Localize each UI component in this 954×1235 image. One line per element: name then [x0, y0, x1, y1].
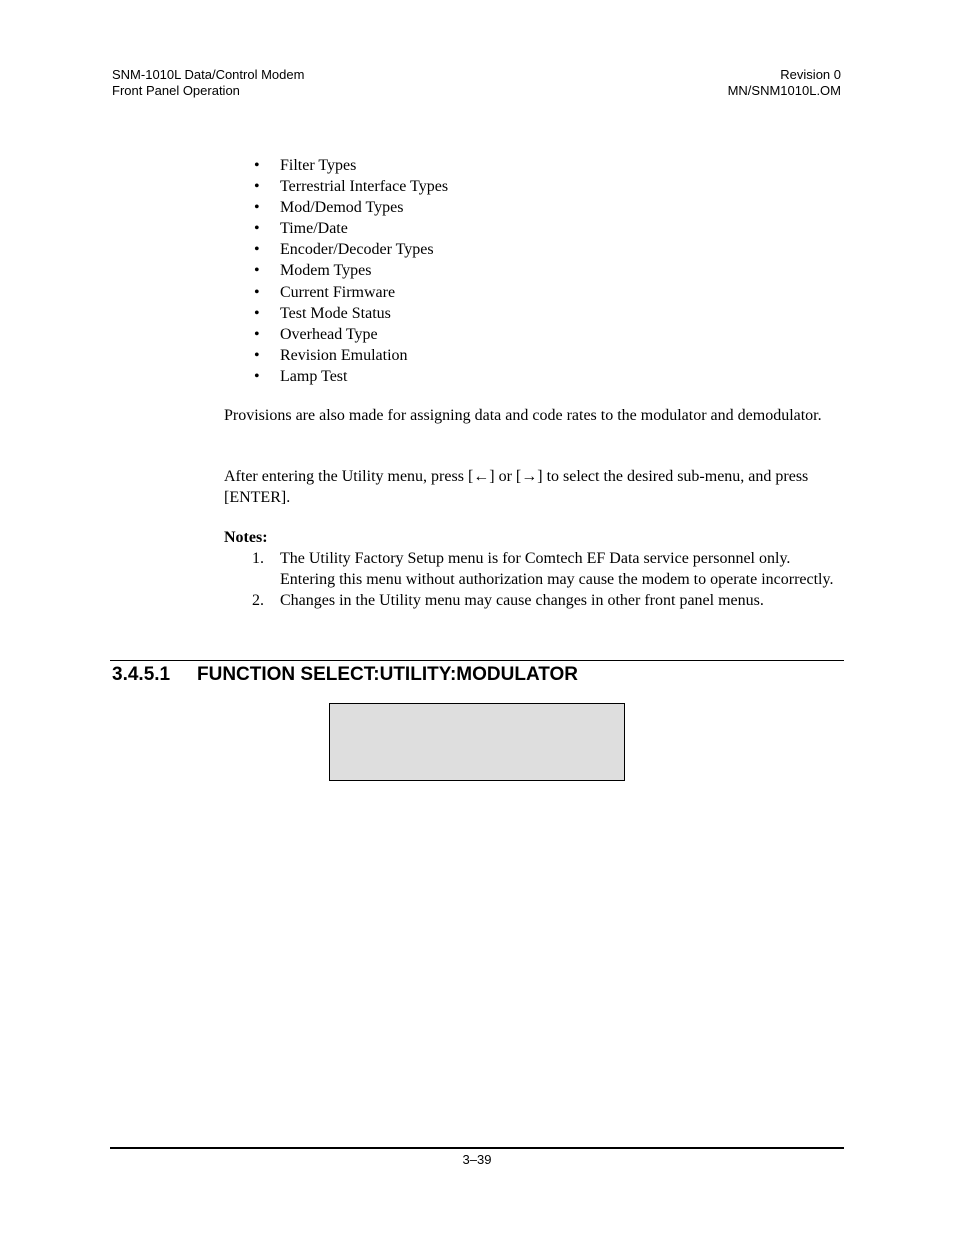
note-number: 2. — [252, 592, 264, 609]
note-number: 1. — [252, 550, 264, 567]
chapter-title: Front Panel Operation — [112, 83, 240, 98]
bullet-icon: • — [254, 325, 260, 343]
document-title: SNM-1010L Data/Control Modem — [112, 67, 305, 82]
front-panel-display — [329, 703, 625, 781]
note-text: Changes in the Utility menu may cause ch… — [280, 592, 764, 609]
section-divider — [110, 660, 844, 661]
list-item: • Current Firmware — [254, 283, 396, 301]
notes-block: Notes: 1. The Utility Factory Setup menu … — [224, 527, 844, 611]
list-item: • Test Mode Status — [254, 304, 391, 322]
utility-features-list: • Filter Types • Terrestrial Interface Typ… — [250, 155, 448, 387]
bullet-icon: • — [254, 241, 260, 259]
bullet-icon: • — [254, 283, 260, 301]
list-item: • Modem Types — [254, 262, 372, 280]
navigation-paragraph: After entering the Utility menu, press [… — [224, 468, 809, 506]
bullet-icon: • — [254, 178, 260, 196]
bullet-icon: • — [254, 157, 260, 174]
list-item: • Filter Types — [254, 157, 357, 174]
bullet-icon: • — [254, 367, 260, 385]
section-title: FUNCTION SELECT:UTILITY:MODULATOR — [197, 664, 579, 685]
note-text: The Utility Factory Setup menu is for Co… — [280, 550, 834, 588]
page-header-left: SNM-1010L Data/Control Modem Front Panel… — [112, 67, 304, 99]
list-item: • Terrestrial Interface Types — [254, 178, 449, 196]
list-item: • Encoder/Decoder Types — [254, 241, 434, 259]
list-item: • Mod/Demod Types — [254, 199, 404, 217]
bullet-icon: • — [254, 220, 260, 238]
bullet-icon: • — [254, 199, 260, 217]
provisions-paragraph: Provisions are also made for assigning d… — [224, 407, 822, 424]
note-item: 1. The Utility Factory Setup menu is for … — [224, 548, 840, 590]
list-item: • Overhead Type — [254, 325, 378, 343]
page-number: 3–39 — [462, 1152, 492, 1167]
footer-divider — [110, 1147, 844, 1149]
bullet-icon: • — [254, 262, 260, 280]
notes-list: 1. The Utility Factory Setup menu is for … — [224, 548, 844, 611]
document-number: MN/SNM1010L.OM — [727, 83, 841, 98]
list-item: • Lamp Test — [254, 367, 348, 385]
page-header-right: Revision 0 MN/SNM1010L.OM — [728, 67, 841, 99]
list-item: • Revision Emulation — [254, 346, 408, 364]
notes-title: Notes: — [224, 529, 268, 546]
list-item: • Time/Date — [254, 220, 348, 238]
section-heading: 3.4.5.1 FUNCTION SELECT:UTILITY:MODULATOR — [112, 663, 578, 687]
section-number: 3.4.5.1 — [112, 664, 171, 685]
bullet-icon: • — [254, 304, 260, 322]
bullet-icon: • — [254, 346, 260, 364]
revision-label: Revision 0 — [780, 67, 841, 82]
note-item: 2. Changes in the Utility menu may cause … — [224, 590, 840, 611]
